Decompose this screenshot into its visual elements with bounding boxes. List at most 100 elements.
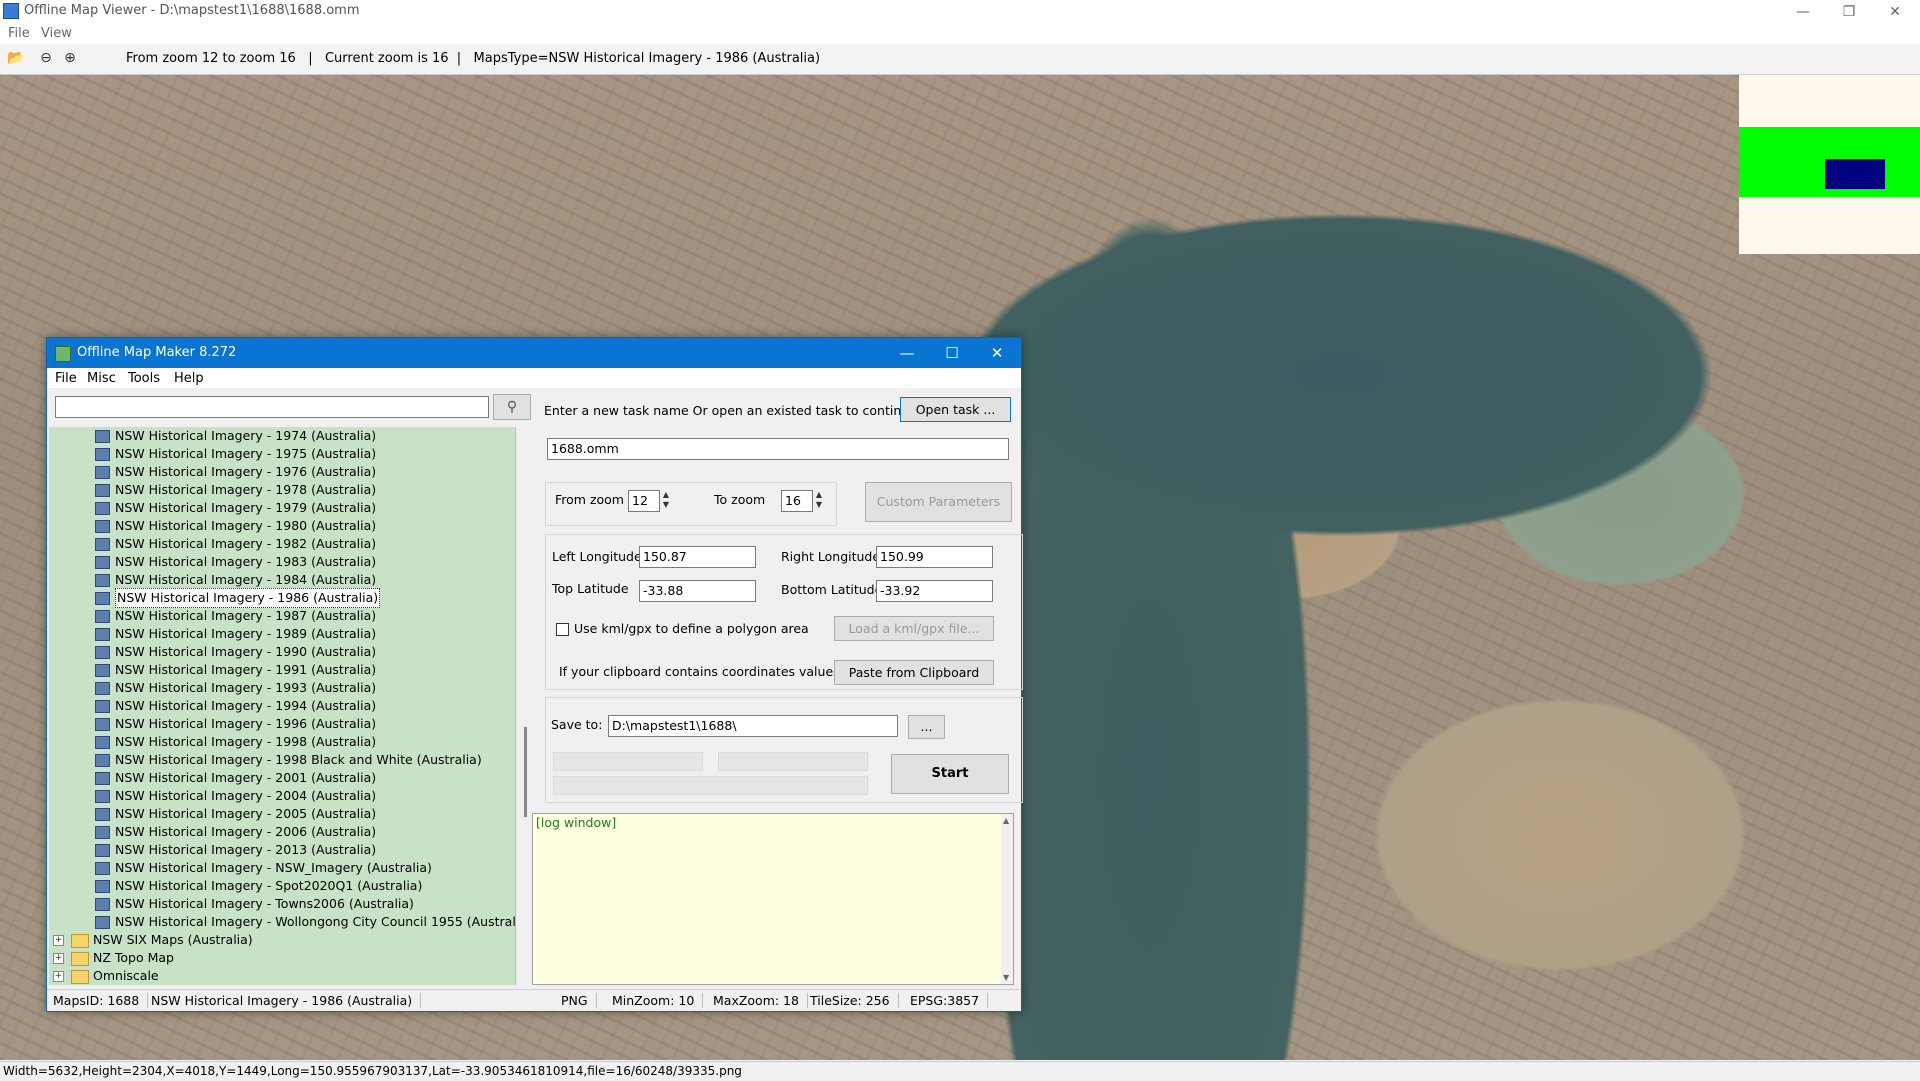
menu-file[interactable]: File <box>8 26 30 41</box>
status-min-zoom: MinZoom: 10 <box>612 993 704 1008</box>
zoom-out-icon[interactable]: ⊖ <box>38 50 54 66</box>
right-longitude-field[interactable]: 150.99 <box>876 546 993 568</box>
tree-item[interactable]: NSW Historical Imagery - 1978 (Australia… <box>49 481 515 499</box>
load-kml-button[interactable]: Load a kml/gpx file... <box>834 616 994 641</box>
browse-folder-button[interactable]: ... <box>908 715 945 739</box>
search-button[interactable]: ⚲ <box>493 394 531 420</box>
open-folder-icon[interactable]: 📂 <box>7 50 24 66</box>
dialog-title-bar[interactable]: Offline Map Maker 8.272 — ☐ ✕ <box>47 338 1021 368</box>
log-text: [log window] <box>536 815 617 830</box>
tree-item[interactable]: NSW Historical Imagery - Wollongong City… <box>49 913 515 931</box>
tree-item[interactable]: NSW Historical Imagery - 2006 (Australia… <box>49 823 515 841</box>
tree-item[interactable]: NSW Historical Imagery - 1980 (Australia… <box>49 517 515 535</box>
tree-item[interactable]: NSW Historical Imagery - 1989 (Australia… <box>49 625 515 643</box>
dialog-app-icon <box>55 346 71 362</box>
dialog-close-button[interactable]: ✕ <box>977 342 1017 364</box>
overview-minimap[interactable] <box>1739 75 1920 254</box>
tree-folder-label: Omniscale <box>93 968 159 983</box>
map-search-input[interactable] <box>55 396 489 418</box>
top-latitude-field[interactable]: -33.88 <box>639 580 756 602</box>
tree-item[interactable]: NSW Historical Imagery - 1986 (Australia… <box>49 588 515 608</box>
log-window[interactable]: [log window] ▲ ▼ <box>532 813 1014 985</box>
tree-item[interactable]: NSW Historical Imagery - 2001 (Australia… <box>49 769 515 787</box>
map-layer-icon <box>95 664 110 677</box>
tree-item-label: NSW Historical Imagery - 1983 (Australia… <box>115 554 377 569</box>
from-zoom-label: From zoom <box>555 492 624 507</box>
expand-icon[interactable]: + <box>53 953 64 964</box>
folder-icon <box>71 970 89 984</box>
map-layer-icon <box>95 484 110 497</box>
to-zoom-field[interactable]: 16 <box>781 490 813 512</box>
menu-view[interactable]: View <box>41 26 72 41</box>
tree-item[interactable]: NSW Historical Imagery - 1983 (Australia… <box>49 553 515 571</box>
tree-item[interactable]: NSW Historical Imagery - 1996 (Australia… <box>49 715 515 733</box>
dialog-menu-file[interactable]: File <box>55 371 77 386</box>
dialog-menu-misc[interactable]: Misc <box>87 371 116 386</box>
tree-item[interactable]: NSW Historical Imagery - 2004 (Australia… <box>49 787 515 805</box>
tree-item[interactable]: NSW Historical Imagery - Spot2020Q1 (Aus… <box>49 877 515 895</box>
restore-button[interactable]: ❐ <box>1829 2 1869 22</box>
zoom-in-icon[interactable]: ⊕ <box>62 50 78 66</box>
save-path-field[interactable]: D:\mapstest1\1688\ <box>608 715 898 737</box>
open-task-button[interactable]: Open task ... <box>900 397 1011 422</box>
log-scrollbar[interactable]: ▲ ▼ <box>1001 814 1013 984</box>
tree-item-label: NSW Historical Imagery - 1979 (Australia… <box>115 500 377 515</box>
from-zoom-stepper[interactable]: ▲ ▼ <box>661 490 671 510</box>
use-kml-checkbox[interactable] <box>556 623 569 636</box>
tree-folder[interactable]: + NSW SIX Maps (Australia) <box>49 931 515 949</box>
tree-item[interactable]: NSW Historical Imagery - 1987 (Australia… <box>49 607 515 625</box>
tree-item[interactable]: NSW Historical Imagery - 1990 (Australia… <box>49 643 515 661</box>
top-latitude-label: Top Latitude <box>552 581 629 596</box>
start-button[interactable]: Start <box>891 754 1009 794</box>
dialog-menu-tools[interactable]: Tools <box>128 371 160 386</box>
window-title: Offline Map Viewer - D:\mapstest1\1688\1… <box>24 3 360 18</box>
tree-folder[interactable]: + Omniscale <box>49 967 515 985</box>
map-layer-icon <box>95 718 110 731</box>
expand-icon[interactable]: + <box>53 935 64 946</box>
dialog-title: Offline Map Maker 8.272 <box>77 345 237 360</box>
tree-item[interactable]: NSW Historical Imagery - 1991 (Australia… <box>49 661 515 679</box>
tree-item[interactable]: NSW Historical Imagery - 2005 (Australia… <box>49 805 515 823</box>
left-longitude-label: Left Longitude <box>552 549 642 564</box>
tree-item[interactable]: NSW Historical Imagery - 1994 (Australia… <box>49 697 515 715</box>
tree-item-label: NSW Historical Imagery - 1990 (Australia… <box>115 644 377 659</box>
use-kml-label: Use kml/gpx to define a polygon area <box>574 621 809 636</box>
dialog-menu-help[interactable]: Help <box>174 371 204 386</box>
overview-viewport-indicator[interactable] <box>1825 159 1885 189</box>
close-button[interactable]: ✕ <box>1875 2 1915 22</box>
tree-item[interactable]: NSW Historical Imagery - NSW_Imagery (Au… <box>49 859 515 877</box>
to-zoom-label: To zoom <box>714 492 766 507</box>
to-zoom-stepper[interactable]: ▲ ▼ <box>814 490 824 510</box>
scroll-up-icon[interactable]: ▲ <box>1003 816 1009 825</box>
tree-item[interactable]: NSW Historical Imagery - 1976 (Australia… <box>49 463 515 481</box>
tree-item[interactable]: NSW Historical Imagery - 1975 (Australia… <box>49 445 515 463</box>
tree-scroll-thumb[interactable] <box>524 727 527 817</box>
tree-item[interactable]: NSW Historical Imagery - 1982 (Australia… <box>49 535 515 553</box>
tree-item[interactable]: NSW Historical Imagery - 1984 (Australia… <box>49 571 515 589</box>
custom-parameters-button[interactable]: Custom Parameters <box>865 482 1012 522</box>
map-layer-icon <box>95 700 110 713</box>
tree-item[interactable]: NSW Historical Imagery - 1979 (Australia… <box>49 499 515 517</box>
tree-item[interactable]: NSW Historical Imagery - Towns2006 (Aust… <box>49 895 515 913</box>
task-name-field[interactable]: 1688.omm <box>547 438 1009 460</box>
map-type-tree[interactable]: NSW Historical Imagery - 1974 (Australia… <box>49 427 516 985</box>
scroll-down-icon[interactable]: ▼ <box>1003 973 1009 982</box>
dialog-minimize-button[interactable]: — <box>887 342 927 364</box>
dialog-maximize-button[interactable]: ☐ <box>932 342 972 364</box>
tree-item-label: NSW Historical Imagery - 1975 (Australia… <box>115 446 377 461</box>
dialog-menubar: File Misc Tools Help <box>47 368 1021 388</box>
tree-item[interactable]: NSW Historical Imagery - 1993 (Australia… <box>49 679 515 697</box>
tree-item[interactable]: NSW Historical Imagery - 1974 (Australia… <box>49 427 515 445</box>
bottom-latitude-field[interactable]: -33.92 <box>876 580 993 602</box>
left-longitude-field[interactable]: 150.87 <box>639 546 756 568</box>
tree-item[interactable]: NSW Historical Imagery - 1998 (Australia… <box>49 733 515 751</box>
from-zoom-field[interactable]: 12 <box>628 490 660 512</box>
clipboard-prompt-label: If your clipboard contains coordinates v… <box>559 664 844 679</box>
tree-item[interactable]: NSW Historical Imagery - 2013 (Australia… <box>49 841 515 859</box>
paste-from-clipboard-button[interactable]: Paste from Clipboard <box>834 660 994 685</box>
minimize-button[interactable]: — <box>1783 2 1823 22</box>
expand-icon[interactable]: + <box>53 971 64 982</box>
map-layer-icon <box>95 790 110 803</box>
tree-folder[interactable]: + NZ Topo Map <box>49 949 515 967</box>
tree-item[interactable]: NSW Historical Imagery - 1998 Black and … <box>49 751 515 769</box>
